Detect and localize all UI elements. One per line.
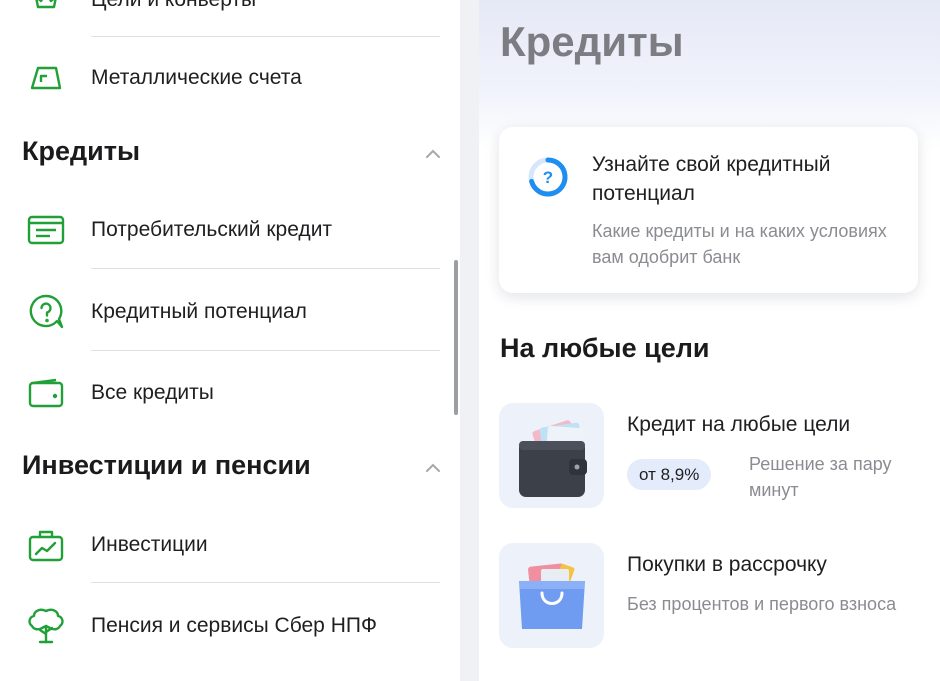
section-title-credits[interactable]: Кредиты: [22, 136, 140, 167]
product-title: Кредит на любые цели: [627, 413, 851, 436]
wallet-icon: [24, 371, 68, 415]
menu-item-pension[interactable]: Пенсия и сервисы Сбер НПФ: [0, 596, 460, 656]
menu-item-credit-potential[interactable]: Кредитный потенциал: [0, 282, 460, 342]
side-menu: Цели и конверты Металлические счета Кред…: [0, 0, 460, 681]
section-heading: На любые цели: [500, 333, 710, 363]
gold-bar-icon: [24, 56, 68, 100]
document-card-icon: [24, 208, 68, 252]
menu-item-label: Кредитный потенциал: [91, 300, 307, 323]
divider: [91, 582, 440, 583]
question-progress-icon: ?: [528, 157, 568, 197]
page-title: Кредиты: [500, 18, 684, 65]
menu-item-label: Все кредиты: [91, 381, 214, 404]
product-title: Покупки в рассрочку: [627, 553, 827, 576]
divider: [91, 268, 440, 269]
question-bubble-icon: [24, 290, 68, 334]
menu-item-consumer-credit[interactable]: Потребительский кредит: [0, 200, 460, 260]
menu-item-label: Инвестиции: [91, 533, 208, 556]
divider: [91, 350, 440, 351]
menu-item-investments[interactable]: Инвестиции: [0, 515, 460, 575]
credit-potential-card[interactable]: ? Узнайте свой кредитный потенциал Какие…: [499, 127, 918, 293]
menu-item-goals[interactable]: Цели и конверты: [0, 0, 460, 30]
product-installments[interactable]: Покупки в рассрочку Без процентов и перв…: [499, 543, 919, 649]
credits-panel: Кредиты ? Узнайте свой кредитный потенци…: [479, 0, 940, 681]
product-description: Решение за пару минут: [749, 454, 892, 500]
menu-scrollbar[interactable]: [454, 260, 458, 415]
menu-item-metal-accounts[interactable]: Металлические счета: [0, 48, 460, 108]
tree-icon: [24, 604, 68, 648]
menu-item-all-credits[interactable]: Все кредиты: [0, 363, 460, 423]
menu-item-label: Цели и конверты: [91, 0, 256, 12]
menu-item-label: Металлические счета: [91, 66, 302, 89]
menu-item-label: Пенсия и сервисы Сбер НПФ: [91, 614, 377, 637]
card-subtitle: Какие кредиты и на каких условиях вам од…: [592, 221, 887, 267]
chevron-up-icon[interactable]: [424, 461, 442, 473]
product-any-purpose-credit[interactable]: Кредит на любые цели от 8,9% Решение за …: [499, 403, 919, 509]
card-title: Узнайте свой кредитный потенциал: [592, 153, 831, 205]
rate-badge: от 8,9%: [627, 459, 712, 490]
svg-text:?: ?: [543, 168, 553, 187]
panel-separator: [460, 0, 479, 681]
crown-target-icon: [24, 0, 68, 22]
menu-item-label: Потребительский кредит: [91, 218, 333, 241]
divider: [91, 36, 440, 37]
shopping-bag-icon: [499, 543, 604, 648]
chevron-up-icon[interactable]: [424, 147, 442, 159]
product-description: Без процентов и первого взноса: [627, 594, 897, 614]
wallet-cards-icon: [499, 403, 604, 508]
section-title-investments[interactable]: Инвестиции и пенсии: [22, 450, 311, 481]
briefcase-chart-icon: [24, 523, 68, 567]
